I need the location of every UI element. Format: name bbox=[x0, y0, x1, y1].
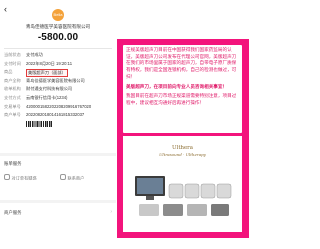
chevron-right-icon[interactable]: › bbox=[110, 209, 112, 215]
detail-label: 支付时间 bbox=[4, 60, 21, 66]
detail-value: 云南银行信用卡(1234) bbox=[26, 94, 68, 100]
detail-value: 2022年8月20日 19:20:11 bbox=[26, 60, 73, 66]
section-title: 账单服务 bbox=[4, 161, 22, 166]
section-title: 商户服务 bbox=[4, 210, 22, 215]
detail-row-transaction-id: 交易单号 4200001582202208209916767020 bbox=[4, 103, 114, 112]
highlighted-product-value: 美版超声刀（面部） bbox=[26, 69, 68, 77]
payment-amount: -5800.00 bbox=[37, 32, 79, 43]
payment-summary-card: ‹ Bella 青岛佳德医学美容医院有限公司 -5800.00 当前状态 支付成… bbox=[0, 0, 116, 153]
detail-list: 当前状态 支付成功 支付时间 2022年8月20日 19:20:11 商品 美版… bbox=[4, 51, 114, 129]
detail-label: 商户全称 bbox=[4, 77, 21, 83]
detail-row-time: 支付时间 2022年8月20日 19:20:11 bbox=[4, 60, 114, 69]
detail-value: 4200001582202208209916767020 bbox=[26, 103, 92, 109]
notice-text-card: 正规美版超声刀目前在中国获得我们国家药监局的认证，美版超声刀公司发布在代理公司官… bbox=[123, 45, 242, 133]
payment-detail-page: ‹ Bella 青岛佳德医学美容医院有限公司 -5800.00 当前状态 支付成… bbox=[0, 0, 116, 249]
detail-label: 支付方式 bbox=[4, 94, 21, 100]
notice-paragraph-bold: 美版超声刀，在项目前向专业人员咨询相关事宜！ bbox=[126, 83, 228, 89]
link-label: 对订单有疑惑 bbox=[11, 175, 37, 181]
notice-paragraph: 我国目前在超声刀市场正规渠道需要特别注意，项目过程中，建议相互沟通好后再进行操作… bbox=[126, 93, 237, 105]
detail-label: 当前状态 bbox=[4, 52, 21, 57]
chevron-left-icon[interactable]: ‹ bbox=[4, 4, 14, 14]
screenshot: ‹ Bella 青岛佳德医学美容医院有限公司 -5800.00 当前状态 支付成… bbox=[0, 0, 249, 249]
product-image-card: Ulthera Ultrasound · Ultherapy bbox=[123, 136, 242, 232]
detail-row-barcode bbox=[4, 120, 114, 129]
question-circle-icon bbox=[4, 174, 10, 180]
brand-tagline: Ultrasound · Ultherapy bbox=[159, 152, 206, 157]
link-label: 联系商户 bbox=[67, 175, 85, 181]
detail-value: 支付成功 bbox=[26, 52, 43, 57]
detail-label: 交易单号 bbox=[4, 103, 21, 109]
barcode-image[interactable] bbox=[26, 120, 52, 127]
store-icon bbox=[60, 174, 66, 180]
detail-label: 商品 bbox=[4, 69, 13, 75]
merchant-service-section: 商户服务 › bbox=[0, 203, 116, 249]
detail-row-product: 商品 美版超声刀（面部） bbox=[4, 68, 114, 77]
detail-label: 商户单号 bbox=[4, 112, 21, 118]
detail-row-payment-method: 支付方式 云南银行信用卡(1234) bbox=[4, 94, 114, 103]
notice-panel: 正规美版超声刀目前在中国获得我们国家药监局的认证，美版超声刀公司发布在代理公司官… bbox=[117, 39, 249, 238]
detail-row-acquirer: 收单机构 财付通支付科技有限公司 bbox=[4, 85, 114, 94]
detail-row-merchant: 商户全称 青岛佳德医学美容医院有限公司 bbox=[4, 77, 114, 86]
device-illustration bbox=[135, 176, 232, 216]
notice-paragraph: 正规美版超声刀目前在中国获得我们国家药监局的认证，美版超声刀公司发布在代理公司官… bbox=[126, 47, 237, 79]
detail-row-merchant-order: 商户单号 2022082018014161815332037 bbox=[4, 111, 114, 120]
contact-merchant-link[interactable]: 联系商户 bbox=[60, 174, 84, 181]
merchant-name: 青岛佳德医学美容医院有限公司 bbox=[25, 24, 91, 29]
detail-value: 2022082018014161815332037 bbox=[26, 112, 85, 118]
detail-value: 财付通支付科技有限公司 bbox=[26, 86, 73, 92]
divider bbox=[4, 48, 112, 49]
detail-value: 青岛佳德医学美容医院有限公司 bbox=[26, 77, 85, 83]
brand-name: Ulthera bbox=[172, 145, 193, 151]
detail-row-status: 当前状态 支付成功 bbox=[4, 51, 114, 60]
detail-label: 收单机构 bbox=[4, 86, 21, 92]
doubt-order-link[interactable]: 对订单有疑惑 bbox=[4, 174, 37, 181]
merchant-logo: Bella bbox=[52, 9, 64, 21]
bill-service-section: 账单服务 对订单有疑惑 联系商户 bbox=[0, 156, 116, 200]
